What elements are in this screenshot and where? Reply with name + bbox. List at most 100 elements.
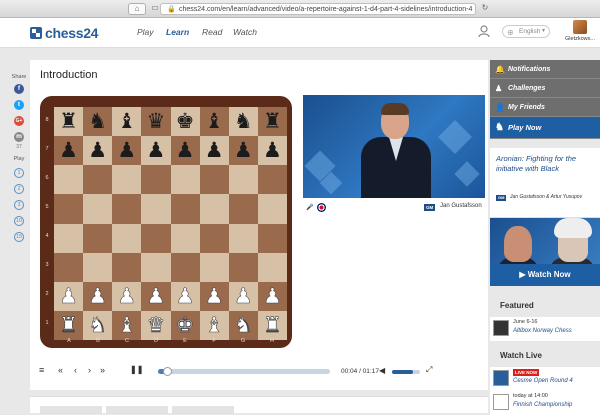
board-square[interactable]: ♝: [199, 310, 229, 340]
white-king-icon[interactable]: ♚: [175, 315, 194, 337]
watch-now-button[interactable]: ▶ Watch Now: [490, 264, 600, 286]
board-square[interactable]: ♟: [141, 281, 171, 311]
board-square[interactable]: [54, 252, 84, 282]
board-square[interactable]: ♞: [228, 107, 258, 137]
user-avatar[interactable]: Gletzkows...: [564, 20, 596, 46]
black-pawn-icon[interactable]: ♟: [205, 140, 224, 161]
facebook-icon[interactable]: f: [14, 84, 24, 94]
black-pawn-icon[interactable]: ♟: [176, 140, 195, 161]
board-square[interactable]: [199, 223, 229, 253]
board-square[interactable]: ♝: [112, 107, 142, 137]
board-square[interactable]: ♞: [83, 310, 113, 340]
playlist-item[interactable]: 10: [14, 216, 24, 226]
board-square[interactable]: [228, 165, 258, 195]
black-bishop-icon[interactable]: ♝: [205, 111, 224, 132]
board-square[interactable]: [199, 252, 229, 282]
playlist-item[interactable]: 15: [14, 232, 24, 242]
board-square[interactable]: [83, 165, 113, 195]
board-square[interactable]: ♟: [141, 136, 171, 166]
white-queen-icon[interactable]: ♛: [146, 315, 165, 337]
black-queen-icon[interactable]: ♛: [147, 111, 166, 132]
progress-handle[interactable]: [162, 367, 172, 376]
board-square[interactable]: [199, 165, 229, 195]
board-square[interactable]: ♟: [83, 136, 113, 166]
board-square[interactable]: [199, 194, 229, 224]
white-pawn-icon[interactable]: ♟: [117, 286, 136, 308]
board-square[interactable]: [112, 223, 142, 253]
board-square[interactable]: [54, 165, 84, 195]
board-square[interactable]: [54, 194, 84, 224]
board-square[interactable]: ♟: [228, 136, 258, 166]
black-knight-icon[interactable]: ♞: [88, 111, 107, 132]
board-square[interactable]: [170, 194, 200, 224]
board-square[interactable]: ♟: [112, 136, 142, 166]
black-pawn-icon[interactable]: ♟: [263, 140, 282, 161]
fullscreen-icon[interactable]: ⤢: [426, 365, 432, 375]
user-search-icon[interactable]: [478, 25, 490, 37]
google-plus-icon[interactable]: G+: [14, 116, 24, 126]
board-square[interactable]: [228, 194, 258, 224]
black-rook-icon[interactable]: ♜: [263, 111, 282, 132]
sidebar-item-play-now[interactable]: ♞ Play Now: [490, 117, 600, 139]
tabs-icon[interactable]: ▭: [150, 3, 160, 15]
news-card[interactable]: Aronian: Fighting for the initiative wit…: [490, 148, 600, 218]
board-square[interactable]: ♛: [141, 310, 171, 340]
black-knight-icon[interactable]: ♞: [234, 111, 253, 132]
board-square[interactable]: ♟: [199, 136, 229, 166]
next-move-icon[interactable]: ›: [88, 365, 91, 375]
white-pawn-icon[interactable]: ♟: [59, 286, 78, 308]
board-square[interactable]: [112, 194, 142, 224]
board-square[interactable]: ♟: [54, 281, 84, 311]
white-pawn-icon[interactable]: ♟: [234, 286, 253, 308]
board-square[interactable]: ♚: [170, 310, 200, 340]
playlist-item[interactable]: 1: [14, 168, 24, 178]
board-square[interactable]: [83, 252, 113, 282]
playlist-menu-icon[interactable]: ≡: [39, 365, 44, 375]
white-bishop-icon[interactable]: ♝: [204, 315, 223, 337]
black-pawn-icon[interactable]: ♟: [147, 140, 166, 161]
board-square[interactable]: [257, 194, 287, 224]
white-pawn-icon[interactable]: ♟: [175, 286, 194, 308]
featured-event[interactable]: June 6-16 Altibox Norway Chess: [490, 317, 600, 341]
board-square[interactable]: ♟: [170, 281, 200, 311]
playlist-item[interactable]: 3: [14, 200, 24, 210]
live-event[interactable]: today at 14:00 Finnish Championship: [490, 391, 600, 415]
volume-icon[interactable]: ◀: [379, 366, 385, 375]
board-square[interactable]: [257, 252, 287, 282]
board-square[interactable]: ♟: [228, 281, 258, 311]
sidebar-item-notifications[interactable]: 🔔 Notifications: [490, 60, 600, 79]
black-pawn-icon[interactable]: ♟: [88, 140, 107, 161]
board-square[interactable]: ♜: [257, 107, 287, 137]
nav-watch[interactable]: Watch: [233, 27, 257, 37]
board-square[interactable]: [141, 165, 171, 195]
board-square[interactable]: [141, 194, 171, 224]
board-square[interactable]: [54, 223, 84, 253]
board-square[interactable]: ♟: [170, 136, 200, 166]
language-select[interactable]: ⊕ English ▾: [502, 25, 550, 38]
reload-icon[interactable]: ↻: [480, 3, 490, 15]
board-square[interactable]: [257, 223, 287, 253]
board-square[interactable]: [228, 252, 258, 282]
black-pawn-icon[interactable]: ♟: [234, 140, 253, 161]
board-square[interactable]: ♟: [257, 136, 287, 166]
black-pawn-icon[interactable]: ♟: [59, 140, 78, 161]
black-pawn-icon[interactable]: ♟: [117, 140, 136, 161]
board-square[interactable]: [112, 165, 142, 195]
address-bar[interactable]: 🔒 chess24.com/en/learn/advanced/video/a-…: [160, 3, 476, 15]
nav-play[interactable]: Play: [137, 27, 154, 37]
white-knight-icon[interactable]: ♞: [234, 315, 253, 337]
nav-read[interactable]: Read: [202, 27, 222, 37]
board-square[interactable]: [141, 252, 171, 282]
black-bishop-icon[interactable]: ♝: [117, 111, 136, 132]
home-button[interactable]: ⌂: [128, 3, 146, 15]
board-square[interactable]: ♟: [112, 281, 142, 311]
board-square[interactable]: ♟: [83, 281, 113, 311]
white-bishop-icon[interactable]: ♝: [117, 315, 136, 337]
board-square[interactable]: [141, 223, 171, 253]
sidebar-item-friends[interactable]: 👤 My Friends: [490, 98, 600, 117]
first-move-icon[interactable]: «: [58, 365, 63, 375]
white-rook-icon[interactable]: ♜: [59, 315, 78, 337]
video-player[interactable]: [303, 95, 485, 198]
black-king-icon[interactable]: ♚: [176, 111, 195, 132]
board-square[interactable]: [112, 252, 142, 282]
